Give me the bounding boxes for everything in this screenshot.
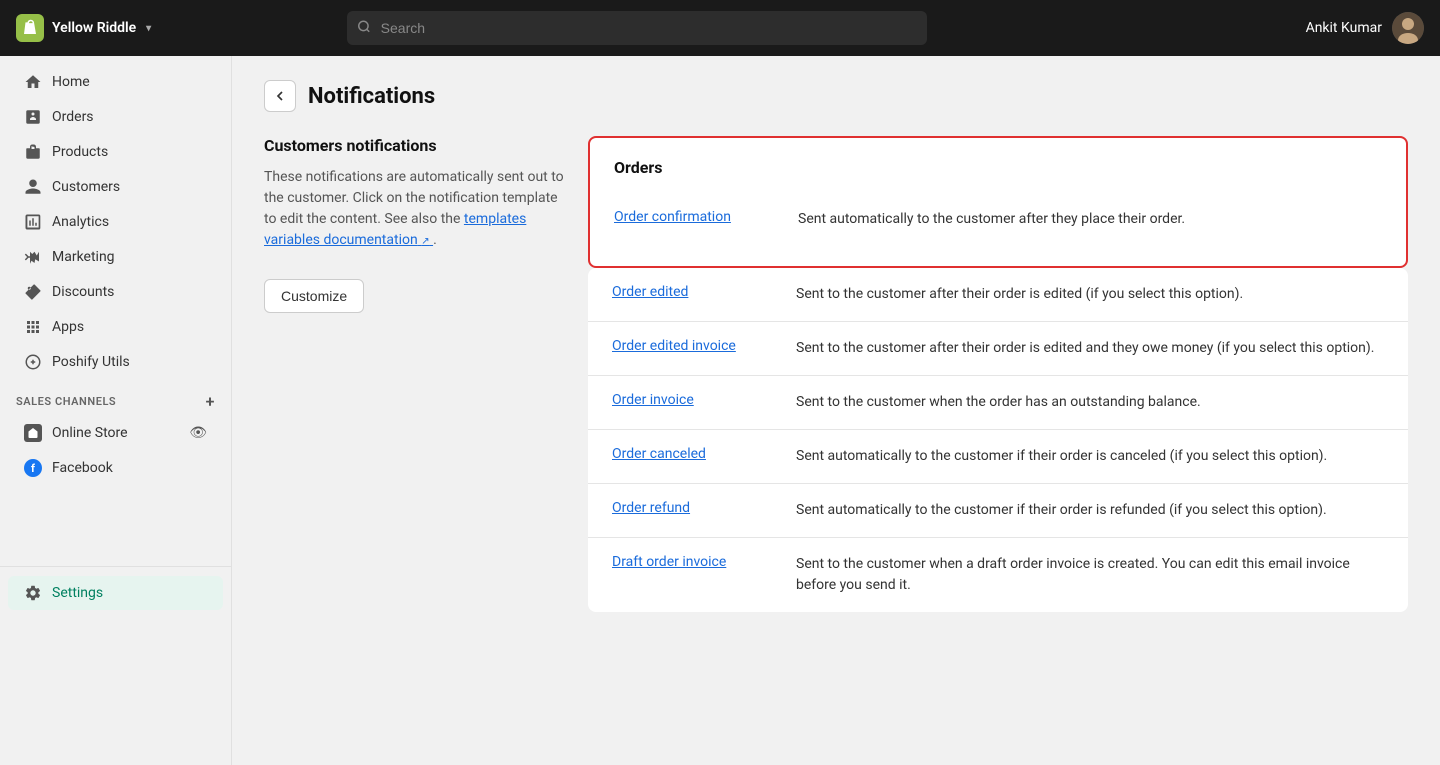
online-store-icon	[24, 424, 42, 442]
order-edited-invoice-desc: Sent to the customer after their order i…	[796, 338, 1384, 359]
home-icon	[24, 73, 42, 91]
orders-icon	[24, 108, 42, 126]
user-name-label: Ankit Kumar	[1306, 20, 1382, 36]
notification-row-order-confirmation: Order confirmation Sent automatically to…	[614, 193, 1382, 246]
analytics-icon	[24, 213, 42, 231]
order-canceled-desc: Sent automatically to the customer if th…	[796, 446, 1384, 467]
page-header: Notifications	[264, 80, 1408, 112]
order-invoice-link[interactable]: Order invoice	[612, 392, 772, 408]
eye-icon[interactable]: 👁	[189, 425, 207, 441]
topbar-right: Ankit Kumar	[1306, 12, 1424, 44]
layout: Home Orders Products Customers Analytics	[0, 56, 1440, 765]
notification-row-draft-order-invoice: Draft order invoice Sent to the customer…	[588, 538, 1408, 612]
apps-icon	[24, 318, 42, 336]
external-link-icon: ↗	[421, 236, 429, 247]
sidebar-item-customers[interactable]: Customers	[8, 170, 223, 204]
draft-order-invoice-desc: Sent to the customer when a draft order …	[796, 554, 1384, 596]
notification-row-order-invoice: Order invoice Sent to the customer when …	[588, 376, 1408, 430]
store-name-label: Yellow Riddle	[52, 20, 136, 36]
notification-row-order-edited: Order edited Sent to the customer after …	[588, 268, 1408, 322]
sidebar-item-apps[interactable]: Apps	[8, 310, 223, 344]
search-icon	[357, 19, 371, 38]
left-panel: Customers notifications These notificati…	[264, 136, 564, 612]
order-edited-link[interactable]: Order edited	[612, 284, 772, 300]
topbar: Yellow Riddle ▾ Ankit Kumar	[0, 0, 1440, 56]
page-title: Notifications	[308, 84, 435, 109]
order-confirmation-link[interactable]: Order confirmation	[614, 209, 774, 225]
store-logo[interactable]: Yellow Riddle ▾	[16, 14, 151, 42]
main-content: Notifications Customers notifications Th…	[232, 56, 1440, 765]
settings-icon	[24, 584, 42, 602]
draft-order-invoice-link[interactable]: Draft order invoice	[612, 554, 772, 570]
order-confirmation-desc: Sent automatically to the customer after…	[798, 209, 1382, 230]
search-input[interactable]	[347, 11, 927, 45]
right-panel: Orders Order confirmation Sent automatic…	[588, 136, 1408, 612]
sidebar-item-orders[interactable]: Orders	[8, 100, 223, 134]
notification-row-order-refund: Order refund Sent automatically to the c…	[588, 484, 1408, 538]
shopify-bag-icon	[16, 14, 44, 42]
back-button[interactable]	[264, 80, 296, 112]
order-refund-desc: Sent automatically to the customer if th…	[796, 500, 1384, 521]
notification-row-order-canceled: Order canceled Sent automatically to the…	[588, 430, 1408, 484]
order-invoice-desc: Sent to the customer when the order has …	[796, 392, 1384, 413]
left-panel-title: Customers notifications	[264, 136, 564, 155]
chevron-down-icon: ▾	[146, 23, 151, 34]
sales-channels-header: SALES CHANNELS +	[0, 380, 231, 415]
order-canceled-link[interactable]: Order canceled	[612, 446, 772, 462]
sidebar-item-facebook[interactable]: f Facebook	[8, 451, 223, 485]
orders-section-title: Orders	[614, 158, 1382, 177]
sidebar-item-online-store[interactable]: Online Store 👁	[8, 416, 223, 450]
order-edited-desc: Sent to the customer after their order i…	[796, 284, 1384, 305]
content-area: Customers notifications These notificati…	[264, 136, 1408, 612]
customers-icon	[24, 178, 42, 196]
notification-row-order-edited-invoice: Order edited invoice Sent to the custome…	[588, 322, 1408, 376]
customize-button[interactable]: Customize	[264, 279, 364, 313]
products-icon	[24, 143, 42, 161]
left-panel-desc: These notifications are automatically se…	[264, 167, 564, 251]
sidebar: Home Orders Products Customers Analytics	[0, 56, 232, 765]
notifications-table: Order edited Sent to the customer after …	[588, 268, 1408, 612]
sidebar-item-discounts[interactable]: Discounts	[8, 275, 223, 309]
sidebar-item-settings[interactable]: Settings	[8, 576, 223, 610]
sidebar-bottom: Settings	[0, 566, 231, 619]
poshify-icon	[24, 353, 42, 371]
search-bar	[347, 11, 927, 45]
sidebar-item-poshify[interactable]: Poshify Utils	[8, 345, 223, 379]
order-refund-link[interactable]: Order refund	[612, 500, 772, 516]
add-sales-channel-button[interactable]: +	[206, 392, 215, 411]
sidebar-item-home[interactable]: Home	[8, 65, 223, 99]
sidebar-item-marketing[interactable]: Marketing	[8, 240, 223, 274]
orders-section: Orders Order confirmation Sent automatic…	[588, 136, 1408, 268]
facebook-icon: f	[24, 459, 42, 477]
avatar[interactable]	[1392, 12, 1424, 44]
sidebar-item-products[interactable]: Products	[8, 135, 223, 169]
discounts-icon	[24, 283, 42, 301]
sidebar-item-analytics[interactable]: Analytics	[8, 205, 223, 239]
marketing-icon	[24, 248, 42, 266]
order-edited-invoice-link[interactable]: Order edited invoice	[612, 338, 772, 354]
